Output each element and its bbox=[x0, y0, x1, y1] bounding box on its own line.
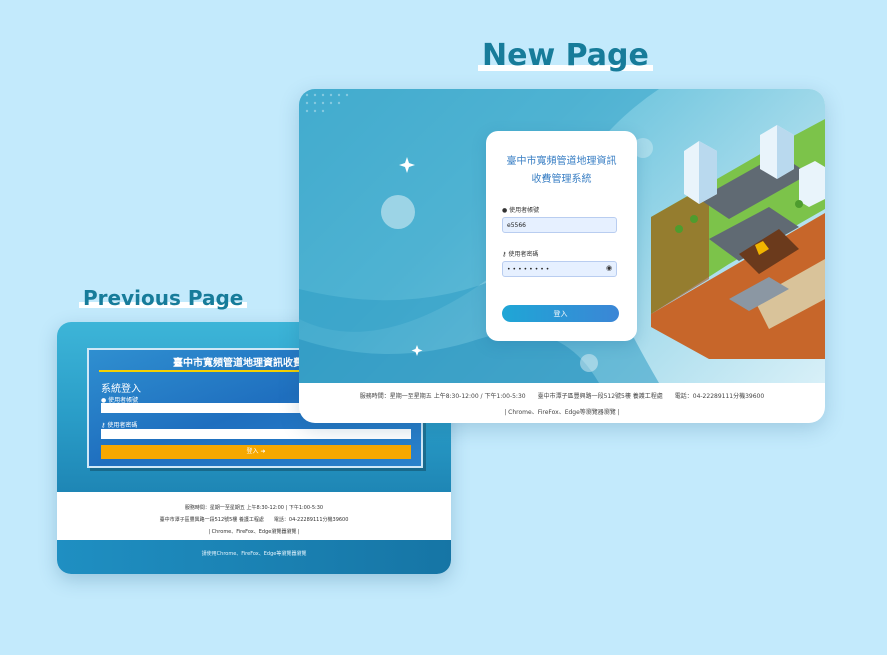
city-illustration bbox=[651, 119, 825, 359]
previous-footer: 服務時間：星期一至星期五 上午8:30-12:00 | 下午1:00-5:30 … bbox=[57, 494, 451, 544]
username-input[interactable] bbox=[502, 217, 617, 233]
new-page-screenshot: 臺中市寬頻管道地理資訊 收費管理系統 ● 使用者帳號 ⚷ 使用者密碼 ◉ 登入 … bbox=[299, 89, 825, 423]
login-card: 臺中市寬頻管道地理資訊 收費管理系統 ● 使用者帳號 ⚷ 使用者密碼 ◉ 登入 bbox=[486, 131, 637, 341]
footer-browsers: | Chrome、FireFox、Edge等瀏覽器瀏覽 | bbox=[504, 409, 620, 416]
user-icon: ● bbox=[502, 207, 508, 214]
previous-login-button[interactable]: 登入 ➜ bbox=[101, 445, 411, 459]
username-label: ● 使用者帳號 bbox=[502, 207, 540, 214]
key-icon: ⚷ bbox=[502, 251, 507, 258]
previous-password-label: ⚷ 使用者密碼 bbox=[101, 422, 138, 429]
previous-login-title: 系統登入 bbox=[101, 384, 141, 395]
previous-page-heading: Previous Page bbox=[79, 286, 248, 310]
eye-icon[interactable]: ◉ bbox=[606, 264, 612, 272]
password-label: ⚷ 使用者密碼 bbox=[502, 251, 539, 258]
password-input[interactable] bbox=[502, 261, 617, 277]
previous-footer-address: 臺中市潭子區豐興路一段512號5樓 養護工程處 電話：04-22289111分機… bbox=[159, 517, 349, 523]
previous-footer-hours: 服務時間：星期一至星期五 上午8:30-12:00 | 下午1:00-5:30 bbox=[184, 505, 324, 511]
footer-info: 服務時間：星期一至星期五 上午8:30-12:00 / 下午1:00-5:30 … bbox=[359, 393, 765, 400]
previous-password-input[interactable] bbox=[101, 429, 411, 439]
login-button[interactable]: 登入 bbox=[502, 305, 619, 322]
system-title: 臺中市寬頻管道地理資訊 收費管理系統 bbox=[506, 156, 617, 185]
previous-footer-browsers: | Chrome、FireFox、Edge瀏覽器瀏覽 | bbox=[208, 529, 300, 535]
key-icon: ⚷ bbox=[101, 422, 106, 429]
previous-bottom-bar: 請使用Chrome、FireFox、Edge等瀏覽器瀏覽 bbox=[57, 540, 451, 574]
new-page-heading: New Page bbox=[478, 38, 653, 73]
